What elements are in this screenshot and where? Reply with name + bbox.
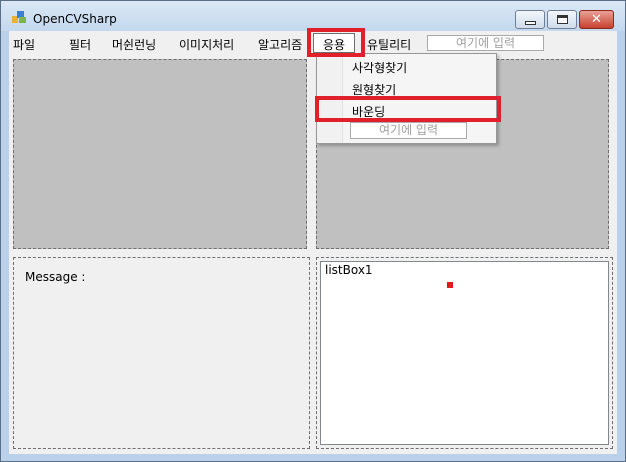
listbox-panel: listBox1 [316, 257, 613, 449]
message-label: Message : [25, 270, 86, 284]
menu-utility[interactable]: 유틸리티 [367, 36, 411, 53]
maximize-icon [556, 15, 568, 24]
highlight-box-bounding-item [315, 96, 501, 122]
maximize-button[interactable] [547, 10, 577, 29]
window-title: OpenCVSharp [33, 12, 117, 26]
app-icon [12, 11, 26, 23]
minimize-icon [524, 20, 536, 25]
minimize-button[interactable] [515, 10, 545, 29]
picture-box-1 [13, 59, 307, 249]
menu-algorithm[interactable]: 알고리즘 [258, 36, 302, 53]
menu-machine-learning[interactable]: 머쉰런닝 [112, 36, 156, 53]
listbox-label: listBox1 [325, 263, 373, 277]
menu-filter[interactable]: 필터 [69, 36, 91, 53]
message-panel: Message : [13, 257, 310, 449]
listbox[interactable]: listBox1 [320, 261, 609, 445]
red-marker [447, 282, 453, 288]
close-icon: ✕ [591, 12, 602, 27]
title-bar[interactable]: OpenCVSharp ✕ [1, 1, 625, 31]
menu-item-rectangle-find[interactable]: 사각형찾기 [352, 59, 407, 76]
menu-image-processing[interactable]: 이미지처리 [179, 36, 234, 53]
highlight-box-application-menu [307, 28, 365, 57]
menu-type-here-input[interactable]: 여기에 입력 [427, 35, 544, 51]
menu-file[interactable]: 파일 [13, 36, 35, 53]
app-window: OpenCVSharp ✕ 파일 필터 머쉰런닝 이미지처리 알고리즘 응용 유… [0, 0, 626, 462]
close-button[interactable]: ✕ [579, 10, 614, 29]
dropdown-type-here-input[interactable]: 여기에 입력 [350, 122, 467, 139]
form-client-area: 파일 필터 머쉰런닝 이미지처리 알고리즘 응용 유틸리티 여기에 입력 Mes… [9, 28, 617, 454]
